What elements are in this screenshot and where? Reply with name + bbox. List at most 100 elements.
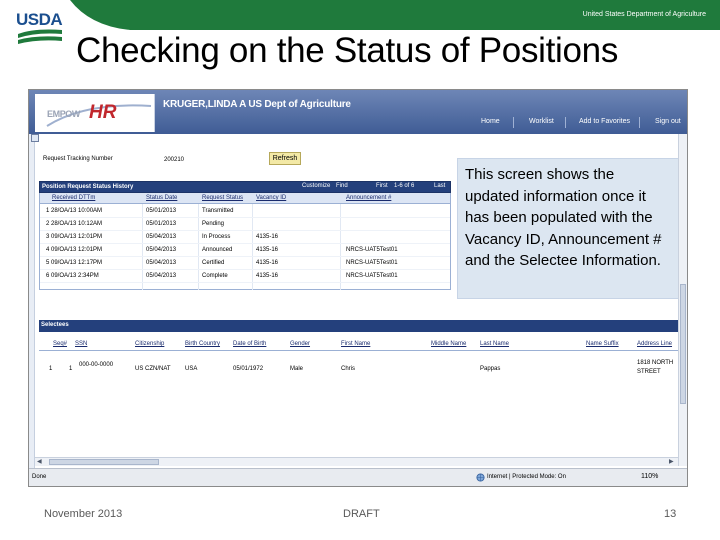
selectees-title: Selectees bbox=[41, 322, 69, 328]
nav-separator bbox=[513, 117, 514, 128]
col-seq[interactable]: Seq# bbox=[53, 341, 67, 347]
cell-vacancy-id: 4135-16 bbox=[256, 234, 279, 240]
table-row: 6 09/OA/13 2:34PM 05/04/2013 Complete 41… bbox=[40, 270, 450, 283]
col-status-date[interactable]: Status Date bbox=[146, 195, 177, 201]
cell-birth-country: USA bbox=[185, 366, 198, 372]
footer-page-number: 13 bbox=[664, 508, 677, 520]
browser-status-bar: Done Internet | Protected Mode: On 110% bbox=[29, 468, 687, 486]
selectees-column-headers: Seq# SSN Citizenship Birth Country Date … bbox=[39, 338, 687, 351]
col-first-name[interactable]: First Name bbox=[341, 341, 370, 347]
grid-column-headers: Received DTTm Status Date Request Status… bbox=[40, 193, 450, 204]
col-received-dttm[interactable]: Received DTTm bbox=[52, 195, 95, 201]
col-address-line[interactable]: Address Line bbox=[637, 341, 672, 347]
col-birth-country[interactable]: Birth Country bbox=[185, 341, 220, 347]
grid-last-link[interactable]: Last bbox=[434, 183, 445, 189]
cell-request-status: Pending bbox=[202, 221, 225, 227]
status-history-header: Position Request Status History Customiz… bbox=[39, 181, 451, 193]
cell-gender: Male bbox=[290, 366, 304, 372]
side-menu-icon[interactable] bbox=[31, 134, 39, 142]
table-row: 1 28/OA/13 10:00AM 05/01/2013 Transmitte… bbox=[40, 205, 450, 218]
footer-date: November 2013 bbox=[44, 508, 123, 520]
usda-tagline: United States Department of Agriculture bbox=[582, 11, 706, 18]
col-middle-name[interactable]: Middle Name bbox=[431, 341, 466, 347]
vertical-scroll-thumb[interactable] bbox=[680, 284, 686, 404]
nav-home[interactable]: Home bbox=[481, 118, 500, 125]
cell-announcement: NRCS-UAT5Test01 bbox=[346, 260, 398, 266]
nav-add-to-favorites[interactable]: Add to Favorites bbox=[579, 118, 630, 125]
cell-vacancy-id: 4135-16 bbox=[256, 273, 279, 279]
status-history-title: Position Request Status History bbox=[42, 184, 134, 190]
vertical-scrollbar[interactable] bbox=[678, 134, 687, 466]
request-tracking-label: Request Tracking Number bbox=[43, 156, 113, 162]
cell-request-status: Transmitted bbox=[202, 208, 234, 214]
status-done-text: Done bbox=[32, 474, 47, 480]
cell-seq: 1 bbox=[69, 366, 73, 372]
cell-request-status: Certified bbox=[202, 260, 225, 266]
nav-sign-out[interactable]: Sign out bbox=[655, 118, 681, 125]
side-strip bbox=[29, 134, 35, 474]
footer-draft: DRAFT bbox=[343, 508, 380, 520]
scroll-right-icon[interactable]: ▶ bbox=[669, 458, 674, 465]
cell-ssn: 000-00-0000 bbox=[79, 362, 114, 368]
cell-received: 2 28/OA/13 10:12AM bbox=[46, 221, 103, 227]
cell-date-of-birth: 05/01/1972 bbox=[233, 366, 264, 372]
logo-text-hr: HR bbox=[89, 102, 117, 123]
selectee-row: 1 1 000-00-0000 US CZN/NAT USA 05/01/197… bbox=[39, 356, 687, 380]
cell-address-line: 1818 NORTH bbox=[637, 360, 674, 366]
logo-text-empow: EMPOW bbox=[47, 109, 80, 119]
selectees-header: Selectees bbox=[39, 320, 687, 332]
globe-icon bbox=[476, 473, 485, 482]
table-row: 5 09/OA/13 12:17PM 05/04/2013 Certified … bbox=[40, 257, 450, 270]
grid-customize-link[interactable]: Customize bbox=[302, 183, 330, 189]
top-nav: Home Worklist Add to Favorites Sign out bbox=[155, 116, 687, 129]
zoom-level[interactable]: 110% bbox=[641, 473, 658, 480]
horizontal-scroll-thumb[interactable] bbox=[49, 459, 159, 465]
usda-logo-icon: USDA bbox=[16, 10, 63, 44]
col-announcement[interactable]: Announcement # bbox=[346, 195, 391, 201]
cell-received: 4 09/OA/13 12:01PM bbox=[46, 247, 103, 253]
cell-received: 1 28/OA/13 10:00AM bbox=[46, 208, 103, 214]
refresh-button[interactable]: Refresh bbox=[269, 152, 301, 165]
cell-address-line-2: STREET bbox=[637, 369, 661, 375]
cell-status-date: 05/04/2013 bbox=[146, 247, 177, 253]
col-request-status[interactable]: Request Status bbox=[202, 195, 243, 201]
cell-received: 3 09/OA/13 12:01PM bbox=[46, 234, 103, 240]
horizontal-scrollbar[interactable]: ◀ ▶ bbox=[35, 457, 678, 466]
col-name-suffix[interactable]: Name Suffix bbox=[586, 341, 619, 347]
col-gender[interactable]: Gender bbox=[290, 341, 310, 347]
grid-find-link[interactable]: Find bbox=[336, 183, 348, 189]
table-row: 3 09/OA/13 12:01PM 05/04/2013 In Process… bbox=[40, 231, 450, 244]
callout-text: This screen shows the updated informatio… bbox=[465, 166, 662, 269]
nav-separator bbox=[565, 117, 566, 128]
status-history-grid: Received DTTm Status Date Request Status… bbox=[39, 193, 451, 290]
cell-status-date: 05/04/2013 bbox=[146, 260, 177, 266]
explanation-callout: This screen shows the updated informatio… bbox=[457, 158, 679, 299]
grid-page-info: 1-6 of 6 bbox=[394, 183, 415, 189]
col-ssn[interactable]: SSN bbox=[75, 341, 87, 347]
cell-request-status: In Process bbox=[202, 234, 231, 240]
cell-vacancy-id: 4135-16 bbox=[256, 260, 279, 266]
col-citizenship[interactable]: Citizenship bbox=[135, 341, 164, 347]
cell-first-name: Chris bbox=[341, 366, 356, 372]
col-vacancy-id[interactable]: Vacancy ID bbox=[256, 195, 286, 201]
user-org-label: KRUGER,LINDA A US Dept of Agriculture bbox=[163, 99, 351, 110]
cell-received: 5 09/OA/13 12:17PM bbox=[46, 260, 103, 266]
cell-status-date: 05/01/2013 bbox=[146, 221, 177, 227]
app-screenshot: EMPOW HR KRUGER,LINDA A US Dept of Agric… bbox=[28, 89, 688, 487]
grid-first-link[interactable]: First bbox=[376, 183, 388, 189]
cell-request-status: Announced bbox=[202, 247, 233, 253]
slide-header: United States Department of Agriculture … bbox=[0, 0, 720, 86]
status-zone-text: Internet | Protected Mode: On bbox=[487, 474, 566, 480]
cell-request-status: Complete bbox=[202, 273, 228, 279]
slide-title: Checking on the Status of Positions bbox=[76, 31, 619, 70]
col-last-name[interactable]: Last Name bbox=[480, 341, 509, 347]
cell-status-date: 05/01/2013 bbox=[146, 208, 177, 214]
cell-citizenship: US CZN/NAT bbox=[135, 366, 171, 372]
col-date-of-birth[interactable]: Date of Birth bbox=[233, 341, 266, 347]
cell-row-number: 1 bbox=[49, 366, 53, 372]
cell-announcement: NRCS-UAT5Test01 bbox=[346, 247, 398, 253]
cell-status-date: 05/04/2013 bbox=[146, 273, 177, 279]
scroll-left-icon[interactable]: ◀ bbox=[37, 458, 42, 465]
nav-worklist[interactable]: Worklist bbox=[529, 118, 554, 125]
table-row: 4 09/OA/13 12:01PM 05/04/2013 Announced … bbox=[40, 244, 450, 257]
